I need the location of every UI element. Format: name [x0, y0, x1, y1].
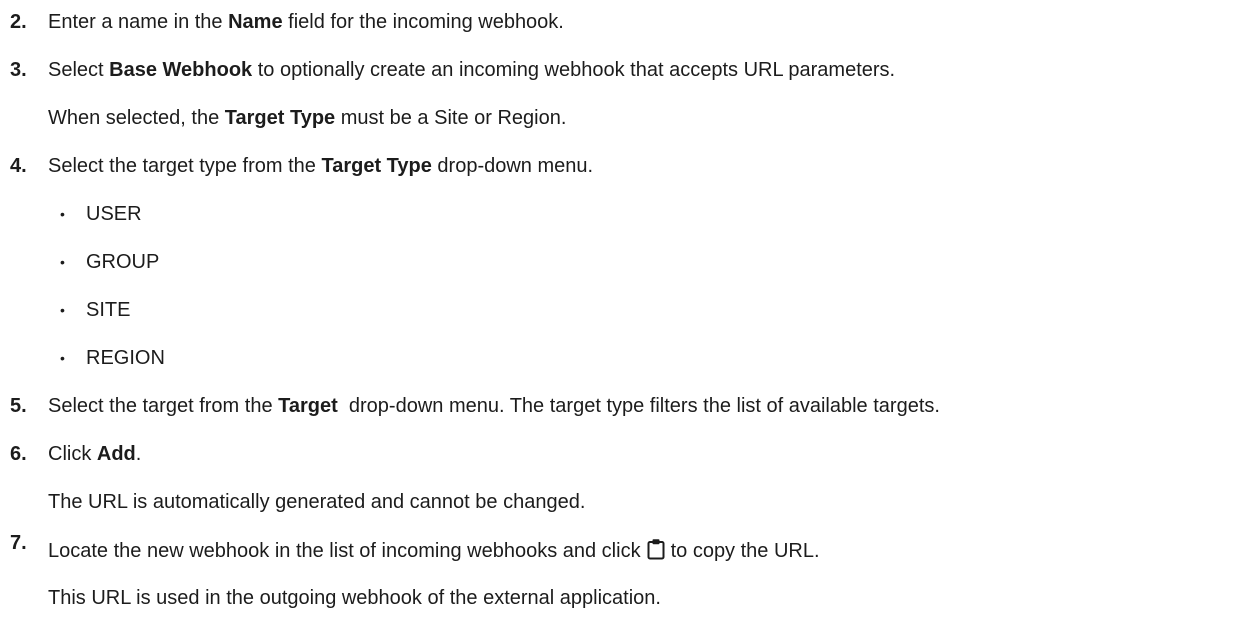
ui-term: Base Webhook — [109, 59, 253, 81]
step-text-part: must be a Site or Region. — [335, 107, 567, 129]
step-note: When selected, the Target Type must be a… — [48, 106, 566, 130]
step-number: 7. — [10, 532, 27, 554]
bullet: • — [60, 350, 65, 366]
step-note: The URL is automatically generated and c… — [48, 491, 586, 513]
step-text-part: to copy the URL. — [670, 540, 820, 562]
step-text-part: drop-down menu. The target type filters … — [337, 395, 940, 417]
step-text-part: When selected, the — [48, 107, 225, 129]
step-number: 6. — [10, 443, 27, 465]
ui-term: Target — [278, 395, 338, 417]
ui-term: Target Type — [321, 155, 432, 177]
bullet: • — [60, 302, 65, 318]
step-text-part: to optionally create an incoming webhook… — [252, 59, 896, 81]
ui-term: Add — [96, 443, 136, 465]
step-text-part: . — [135, 443, 142, 465]
ui-term: Name — [228, 11, 283, 33]
clipboard-icon — [647, 538, 665, 566]
step-text-part: Select — [48, 59, 110, 81]
step-text: Click Add. — [48, 442, 141, 466]
step-number: 4. — [10, 155, 27, 177]
step-text: Select the target type from the Target T… — [48, 154, 593, 178]
step-text-part: Select the target from the — [48, 395, 279, 417]
bullet: • — [60, 254, 65, 270]
option-label: SITE — [86, 299, 131, 321]
step-text-part: Click — [48, 443, 97, 465]
step-text-part: Enter a name in the — [48, 11, 229, 33]
step-text-part: field for the incoming webhook. — [282, 11, 564, 33]
step-text: Select Base Webhook to optionally create… — [48, 58, 895, 82]
step-note: This URL is used in the outgoing webhook… — [48, 587, 661, 609]
option-label: GROUP — [86, 251, 160, 273]
ui-term: Target Type — [224, 107, 336, 129]
step-text-part: Select the target type from the — [48, 155, 322, 177]
step-text-part: Locate the new webhook in the list of in… — [48, 540, 641, 562]
step-text-part: drop-down menu. — [431, 155, 594, 177]
step-text: Select the target from the Target drop-d… — [48, 394, 940, 418]
step-text: Locate the new webhook in the list of in… — [48, 538, 820, 566]
step-number: 5. — [10, 395, 27, 417]
option-label: REGION — [86, 347, 165, 369]
option-label: USER — [86, 203, 142, 225]
step-text: Enter a name in the Name field for the i… — [48, 10, 564, 34]
step-number: 2. — [10, 11, 27, 33]
bullet: • — [60, 206, 65, 222]
step-number: 3. — [10, 59, 27, 81]
